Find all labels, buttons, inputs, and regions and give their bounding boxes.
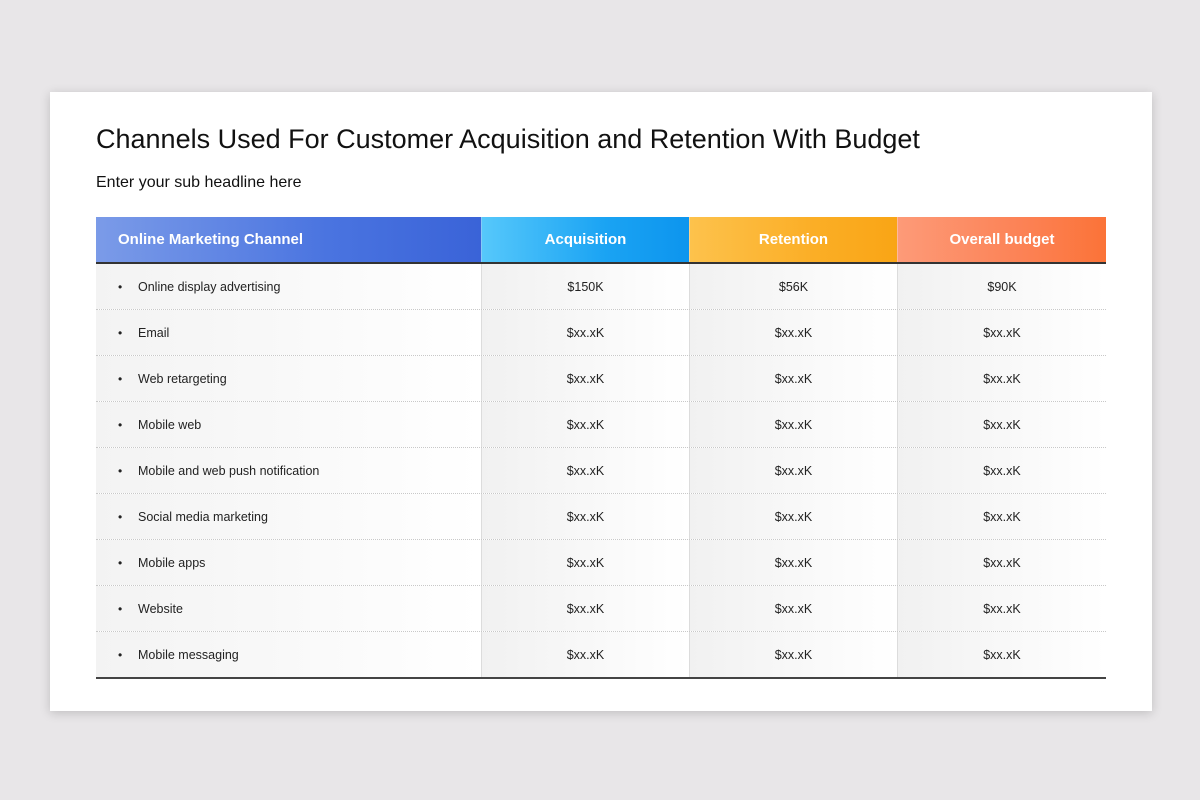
- channel-cell: • Email: [96, 310, 481, 355]
- bullet-icon: •: [118, 325, 123, 340]
- header-acquisition: Acquisition: [481, 217, 689, 262]
- retention-cell: $xx.xK: [689, 494, 897, 539]
- table-row: • Social media marketing $xx.xK $xx.xK $x…: [96, 494, 1106, 540]
- acquisition-cell: $150K: [481, 264, 689, 309]
- acquisition-cell: $xx.xK: [481, 310, 689, 355]
- budget-cell: $xx.xK: [897, 448, 1106, 493]
- channel-name: Website: [138, 601, 183, 616]
- table-row: • Mobile apps $xx.xK $xx.xK $xx.xK: [96, 540, 1106, 586]
- channel-name: Email: [138, 325, 170, 340]
- page-title: Channels Used For Customer Acquisition a…: [96, 124, 920, 154]
- table-row: • Website $xx.xK $xx.xK $xx.xK: [96, 586, 1106, 632]
- bullet-icon: •: [118, 647, 123, 662]
- channel-cell: • Mobile messaging: [96, 632, 481, 677]
- budget-cell: $xx.xK: [897, 632, 1106, 677]
- channel-name: Web retargeting: [138, 371, 227, 386]
- channel-cell: • Web retargeting: [96, 356, 481, 401]
- budget-cell: $xx.xK: [897, 586, 1106, 631]
- channel-cell: • Mobile apps: [96, 540, 481, 585]
- budget-cell: $xx.xK: [897, 494, 1106, 539]
- page-subtitle: Enter your sub headline here: [96, 174, 302, 191]
- bullet-icon: •: [118, 371, 123, 386]
- table-row: • Online display advertising $150K $56K $…: [96, 264, 1106, 310]
- channel-name: Mobile messaging: [138, 647, 239, 662]
- bullet-icon: •: [118, 509, 123, 524]
- channel-cell: • Mobile web: [96, 402, 481, 447]
- budget-cell: $xx.xK: [897, 540, 1106, 585]
- retention-cell: $xx.xK: [689, 402, 897, 447]
- channel-name: Mobile apps: [138, 555, 206, 570]
- header-retention: Retention: [689, 217, 897, 262]
- table-row: • Email $xx.xK $xx.xK $xx.xK: [96, 310, 1106, 356]
- retention-cell: $xx.xK: [689, 356, 897, 401]
- channel-cell: • Social media marketing: [96, 494, 481, 539]
- channel-name: Mobile and web push notification: [138, 463, 320, 478]
- retention-cell: $xx.xK: [689, 540, 897, 585]
- retention-cell: $xx.xK: [689, 586, 897, 631]
- bullet-icon: •: [118, 601, 123, 616]
- table-body: • Online display advertising $150K $56K $…: [96, 264, 1106, 679]
- bullet-icon: •: [118, 279, 123, 294]
- budget-cell: $xx.xK: [897, 356, 1106, 401]
- budget-cell: $xx.xK: [897, 310, 1106, 355]
- acquisition-cell: $xx.xK: [481, 448, 689, 493]
- acquisition-cell: $xx.xK: [481, 356, 689, 401]
- acquisition-cell: $xx.xK: [481, 632, 689, 677]
- retention-cell: $xx.xK: [689, 448, 897, 493]
- retention-cell: $xx.xK: [689, 632, 897, 677]
- slide: Channels Used For Customer Acquisition a…: [50, 92, 1152, 711]
- bullet-icon: •: [118, 555, 123, 570]
- table-row: • Mobile messaging $xx.xK $xx.xK $xx.xK: [96, 632, 1106, 677]
- table-row: • Web retargeting $xx.xK $xx.xK $xx.xK: [96, 356, 1106, 402]
- budget-table: Online Marketing Channel Acquisition Ret…: [96, 217, 1106, 679]
- header-overall-budget: Overall budget: [897, 217, 1106, 262]
- acquisition-cell: $xx.xK: [481, 586, 689, 631]
- budget-cell: $90K: [897, 264, 1106, 309]
- bullet-icon: •: [118, 463, 123, 478]
- acquisition-cell: $xx.xK: [481, 494, 689, 539]
- table-row: • Mobile and web push notification $xx.xK…: [96, 448, 1106, 494]
- header-channel: Online Marketing Channel: [96, 217, 481, 262]
- channel-name: Online display advertising: [138, 279, 281, 294]
- channel-name: Social media marketing: [138, 509, 268, 524]
- table-row: • Mobile web $xx.xK $xx.xK $xx.xK: [96, 402, 1106, 448]
- channel-name: Mobile web: [138, 417, 202, 432]
- acquisition-cell: $xx.xK: [481, 402, 689, 447]
- channel-cell: • Mobile and web push notification: [96, 448, 481, 493]
- acquisition-cell: $xx.xK: [481, 540, 689, 585]
- table-header-row: Online Marketing Channel Acquisition Ret…: [96, 217, 1106, 264]
- bullet-icon: •: [118, 417, 123, 432]
- channel-cell: • Website: [96, 586, 481, 631]
- retention-cell: $xx.xK: [689, 310, 897, 355]
- budget-cell: $xx.xK: [897, 402, 1106, 447]
- retention-cell: $56K: [689, 264, 897, 309]
- channel-cell: • Online display advertising: [96, 264, 481, 309]
